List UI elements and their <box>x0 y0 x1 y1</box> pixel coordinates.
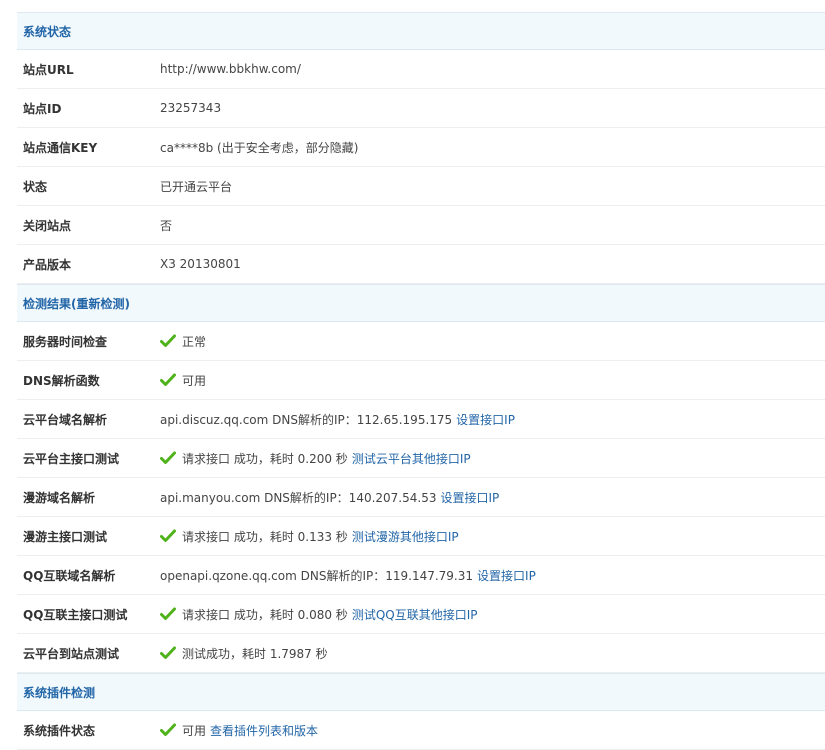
row-value-wrap: api.discuz.qq.com DNS解析的IP：112.65.195.17… <box>160 411 825 428</box>
row-value-wrap: 可用 查看插件列表和版本 <box>160 722 825 739</box>
recheck-link[interactable]: 检测结果(重新检测) <box>23 295 130 312</box>
section-header-plugin-check: 系统插件检测 <box>17 673 825 711</box>
section-title: 系统状态 <box>23 24 72 39</box>
row-value: api.manyou.com DNS解析的IP：140.207.54.53 <box>160 490 437 505</box>
row-label: 关闭站点 <box>23 218 72 233</box>
cloud-status-panel: 系统状态 站点URL http://www.bbkhw.com/ 站点ID 23… <box>17 12 825 750</box>
row-value: api.discuz.qq.com DNS解析的IP：112.65.195.17… <box>160 412 453 427</box>
row-value: http://www.bbkhw.com/ <box>160 62 301 76</box>
row-value-wrap: 测试成功，耗时 1.7987 秒 <box>160 645 825 662</box>
row-value: 请求接口 成功，耗时 0.133 秒 <box>182 529 348 544</box>
row-value: 可用 <box>182 723 207 738</box>
row-value: 请求接口 成功，耗时 0.080 秒 <box>182 607 348 622</box>
row-cloud-main: 云平台主接口测试 请求接口 成功，耗时 0.200 秒 测试云平台其他接口IP <box>17 439 825 478</box>
check-icon <box>160 646 176 660</box>
row-label: 云平台到站点测试 <box>23 646 120 661</box>
row-value: 否 <box>160 218 173 233</box>
row-label: QQ互联主接口测试 <box>23 607 128 622</box>
check-icon <box>160 607 176 621</box>
row-value: 正常 <box>182 334 207 349</box>
row-site-url: 站点URL http://www.bbkhw.com/ <box>17 50 825 89</box>
row-label: 漫游域名解析 <box>23 490 96 505</box>
row-server-time: 服务器时间检查 正常 <box>17 322 825 361</box>
row-value: 测试成功，耗时 1.7987 秒 <box>182 646 328 661</box>
row-value: 请求接口 成功，耗时 0.200 秒 <box>182 451 348 466</box>
set-api-ip-link[interactable]: 设置接口IP <box>440 489 499 506</box>
row-label: 站点URL <box>23 62 74 77</box>
row-label: 漫游主接口测试 <box>23 529 108 544</box>
row-value: 23257343 <box>160 101 222 115</box>
row-value-wrap: 请求接口 成功，耗时 0.200 秒 测试云平台其他接口IP <box>160 450 825 467</box>
row-qq-domain: QQ互联域名解析 openapi.qzone.qq.com DNS解析的IP：1… <box>17 556 825 595</box>
section-title: 系统插件检测 <box>23 685 96 700</box>
row-state: 状态 已开通云平台 <box>17 167 825 206</box>
row-label: 云平台域名解析 <box>23 412 108 427</box>
row-label: 系统插件状态 <box>23 723 96 738</box>
check-icon <box>160 373 176 387</box>
row-label: QQ互联域名解析 <box>23 568 116 583</box>
row-label: 状态 <box>23 179 48 194</box>
row-value: ca****8b (出于安全考虑，部分隐藏) <box>160 140 359 155</box>
row-site-key: 站点通信KEY ca****8b (出于安全考虑，部分隐藏) <box>17 128 825 167</box>
row-label: 站点通信KEY <box>23 140 98 155</box>
row-value: 可用 <box>182 373 207 388</box>
row-value-wrap: 可用 <box>160 372 825 389</box>
row-manyou-main: 漫游主接口测试 请求接口 成功，耗时 0.133 秒 测试漫游其他接口IP <box>17 517 825 556</box>
row-label: 产品版本 <box>23 257 72 272</box>
row-value: X3 20130801 <box>160 257 241 271</box>
set-api-ip-link[interactable]: 设置接口IP <box>456 411 515 428</box>
row-close-site: 关闭站点 否 <box>17 206 825 245</box>
row-label: 云平台主接口测试 <box>23 451 120 466</box>
row-site-id: 站点ID 23257343 <box>17 89 825 128</box>
row-label: DNS解析函数 <box>23 373 100 388</box>
row-version: 产品版本 X3 20130801 <box>17 245 825 284</box>
row-label: 站点ID <box>23 101 62 116</box>
view-plugin-list-link[interactable]: 查看插件列表和版本 <box>210 722 318 739</box>
row-value-wrap: 请求接口 成功，耗时 0.133 秒 测试漫游其他接口IP <box>160 528 825 545</box>
test-other-api-link[interactable]: 测试漫游其他接口IP <box>352 528 459 545</box>
row-value-wrap: 正常 <box>160 333 825 350</box>
row-value: 已开通云平台 <box>160 179 233 194</box>
section-header-check-results: 检测结果(重新检测) <box>17 284 825 322</box>
row-value-wrap: 请求接口 成功，耗时 0.080 秒 测试QQ互联其他接口IP <box>160 606 825 623</box>
check-icon <box>160 451 176 465</box>
row-cloud-domain: 云平台域名解析 api.discuz.qq.com DNS解析的IP：112.6… <box>17 400 825 439</box>
test-other-api-link[interactable]: 测试QQ互联其他接口IP <box>352 606 478 623</box>
row-manyou-domain: 漫游域名解析 api.manyou.com DNS解析的IP：140.207.5… <box>17 478 825 517</box>
row-value-wrap: api.manyou.com DNS解析的IP：140.207.54.53 设置… <box>160 489 825 506</box>
row-dns-func: DNS解析函数 可用 <box>17 361 825 400</box>
row-cloud-to-site: 云平台到站点测试 测试成功，耗时 1.7987 秒 <box>17 634 825 673</box>
check-icon <box>160 723 176 737</box>
check-icon <box>160 529 176 543</box>
test-other-api-link[interactable]: 测试云平台其他接口IP <box>352 450 471 467</box>
row-value: openapi.qzone.qq.com DNS解析的IP：119.147.79… <box>160 568 474 583</box>
set-api-ip-link[interactable]: 设置接口IP <box>477 567 536 584</box>
check-icon <box>160 334 176 348</box>
row-label: 服务器时间检查 <box>23 334 108 349</box>
section-header-system-status: 系统状态 <box>17 12 825 50</box>
row-qq-main: QQ互联主接口测试 请求接口 成功，耗时 0.080 秒 测试QQ互联其他接口I… <box>17 595 825 634</box>
row-plugin-status: 系统插件状态 可用 查看插件列表和版本 <box>17 711 825 750</box>
row-value-wrap: openapi.qzone.qq.com DNS解析的IP：119.147.79… <box>160 567 825 584</box>
